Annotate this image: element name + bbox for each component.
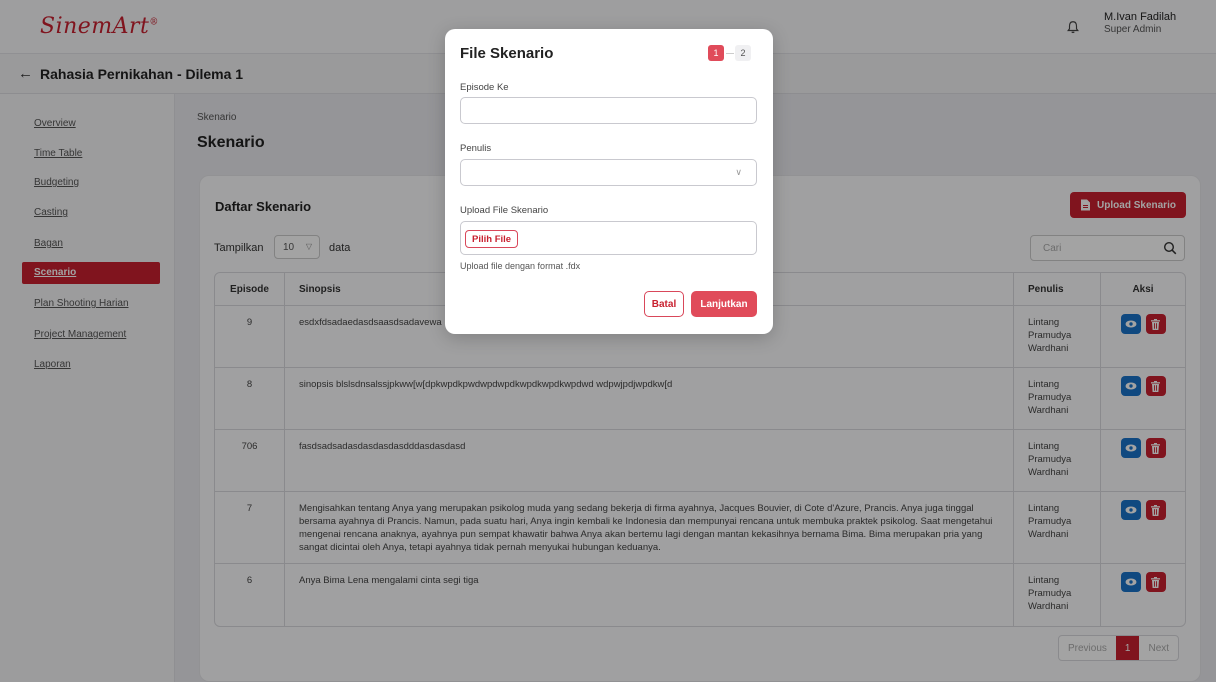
step-indicator-1: 1 (708, 45, 724, 61)
step-indicator-2: 2 (735, 45, 751, 61)
step-connector (726, 53, 734, 54)
pick-file-button[interactable]: Pilih File (465, 230, 519, 248)
episode-label: Episode Ke (460, 82, 509, 93)
writer-label: Penulis (460, 143, 492, 154)
cancel-button[interactable]: Batal (644, 291, 684, 317)
chevron-down-icon: ∨ (735, 167, 742, 177)
upload-hint: Upload file dengan format .fdx (460, 261, 581, 271)
file-scenario-modal: File Skenario 1 2 Episode Ke Penulis ∨ U… (445, 29, 773, 334)
modal-title: File Skenario (460, 45, 554, 62)
episode-input[interactable] (460, 97, 757, 124)
continue-button[interactable]: Lanjutkan (691, 291, 757, 317)
writer-select[interactable]: ∨ (460, 159, 757, 186)
file-input[interactable]: Pilih File (460, 221, 757, 255)
upload-file-label: Upload File Skenario (460, 205, 549, 216)
